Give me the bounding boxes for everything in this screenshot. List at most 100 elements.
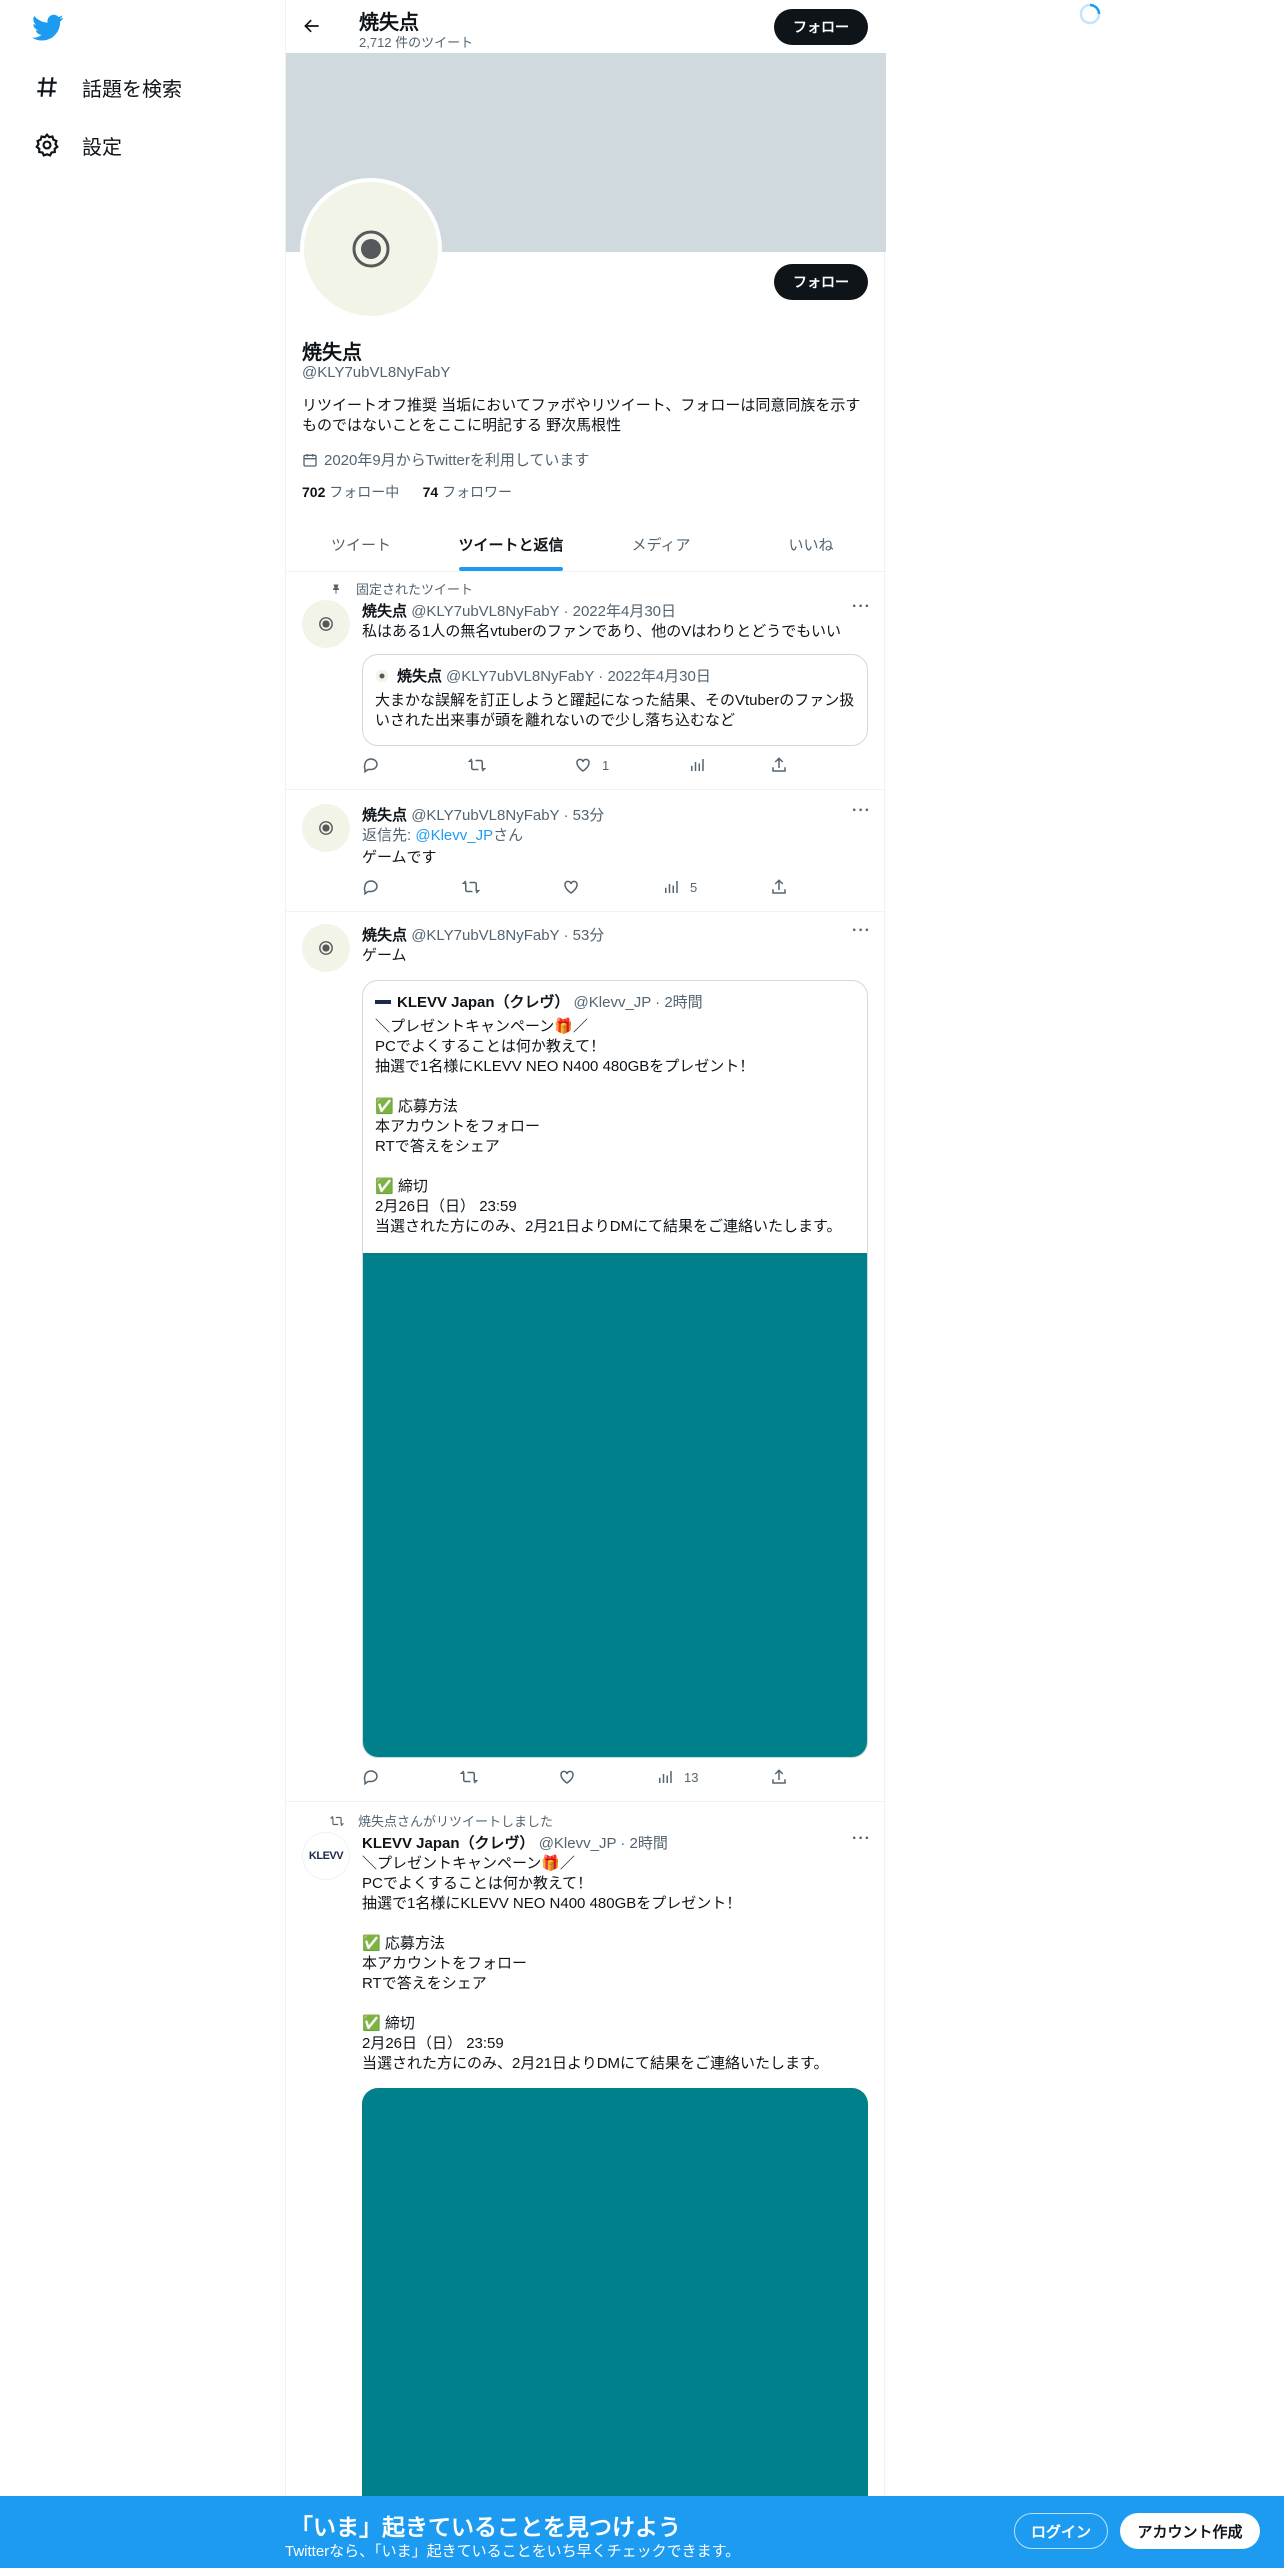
more-options-icon[interactable]: ··· bbox=[852, 598, 872, 618]
followers-count: 74 bbox=[422, 484, 439, 500]
more-options-icon[interactable]: ··· bbox=[852, 802, 872, 822]
tweet[interactable]: 焼失点 @KLY7ubVL8NyFabY · 53分 ··· ゲーム KLEVV… bbox=[286, 912, 886, 1802]
followers-link[interactable]: 74 フォロワー bbox=[423, 484, 512, 500]
tweet-author-handle[interactable]: @KLY7ubVL8NyFabY · 2022年4月30日 bbox=[411, 603, 676, 620]
tweet-header: 焼失点 @KLY7ubVL8NyFabY · 53分 bbox=[362, 924, 604, 945]
quoted-tweet[interactable]: 焼失点 @KLY7ubVL8NyFabY · 2022年4月30日 大まかな誤解… bbox=[362, 654, 868, 746]
share-button[interactable] bbox=[770, 756, 798, 774]
quoted-author-name: 焼失点 bbox=[397, 668, 443, 685]
follow-stats: 702 フォロー中 74 フォロワー bbox=[302, 482, 512, 502]
tweet-author-handle[interactable]: @KLY7ubVL8NyFabY · 53分 bbox=[411, 927, 604, 944]
tweet-avatar[interactable] bbox=[302, 600, 350, 648]
tweet-author-name[interactable]: KLEVV Japan（クレヴ） bbox=[362, 1835, 535, 1852]
default-avatar-icon bbox=[352, 230, 390, 268]
quoted-author-name: KLEVV Japan（クレヴ） bbox=[397, 994, 570, 1011]
join-date-text: 2020年9月からTwitterを利用しています bbox=[324, 452, 590, 469]
more-options-icon[interactable]: ··· bbox=[852, 922, 872, 942]
tweet-author-handle[interactable]: @Klevv_JP · 2時間 bbox=[539, 1835, 668, 1852]
tweet-text: 私はある1人の無名vtuberのファンであり、他のVはわりとどうでもいい bbox=[362, 623, 841, 640]
retweet-button[interactable] bbox=[462, 878, 490, 896]
back-button[interactable] bbox=[298, 12, 326, 40]
tweet-actions: 1 bbox=[362, 756, 802, 780]
tweet-avatar[interactable] bbox=[302, 804, 350, 852]
views-button[interactable] bbox=[688, 756, 716, 774]
profile-handle: @KLY7ubVL8NyFabY bbox=[302, 364, 451, 381]
retweet-button[interactable] bbox=[460, 1768, 488, 1786]
like-button[interactable] bbox=[562, 878, 590, 896]
profile-header-bar: 焼失点 2,712 件のツイート フォロー bbox=[286, 0, 886, 53]
tweet-author-handle[interactable]: @KLY7ubVL8NyFabY · 53分 bbox=[411, 807, 604, 824]
tab-tweets[interactable]: ツイート bbox=[286, 518, 436, 571]
tweet[interactable]: 固定されたツイート 焼失点 @KLY7ubVL8NyFabY · 2022年4月… bbox=[286, 572, 886, 790]
analytics-icon bbox=[665, 881, 678, 893]
main-column: 焼失点 2,712 件のツイート フォロー フォロー 焼失点 @KLY7ubVL… bbox=[285, 0, 886, 2568]
views-button[interactable]: 5 bbox=[662, 878, 697, 896]
reply-context: 返信先: @Klevv_JPさん bbox=[362, 826, 872, 846]
join-date: 2020年9月からTwitterを利用しています bbox=[302, 449, 589, 470]
follow-button[interactable]: フォロー bbox=[774, 264, 868, 300]
login-button[interactable]: ログイン bbox=[1014, 2513, 1108, 2549]
tweet-author-name[interactable]: 焼失点 bbox=[362, 603, 407, 620]
quoted-tweet-media[interactable] bbox=[363, 1253, 867, 1757]
reply-button[interactable] bbox=[362, 1768, 390, 1786]
profile-bio: リツイートオフ推奨 当垢においてファボやリツイート、フォローは同意同族を示すもの… bbox=[302, 397, 861, 434]
sidebar-item-explore[interactable]: 話題を検索 bbox=[34, 67, 182, 107]
tab-tweets-and-replies[interactable]: ツイートと返信 bbox=[436, 518, 586, 571]
reply-to-link[interactable]: @Klevv_JP bbox=[415, 827, 493, 844]
reply-prefix: 返信先: bbox=[362, 827, 416, 844]
heart-icon bbox=[564, 880, 578, 894]
tab-media[interactable]: メディア bbox=[586, 518, 736, 571]
quoted-author-handle: @Klevv_JP · 2時間 bbox=[573, 994, 703, 1011]
tweet[interactable]: 焼失点 @KLY7ubVL8NyFabY · 53分 ··· 返信先: @Kle… bbox=[286, 790, 886, 912]
retweet-context-text: 焼失点さんがリツイートしました bbox=[358, 1814, 554, 1829]
retweet-icon bbox=[460, 1770, 478, 1784]
analytics-icon bbox=[659, 1771, 672, 1783]
signup-banner-subtitle: Twitterなら、「いま」起きていることをいち早くチェックできます。 bbox=[285, 2543, 741, 2560]
tweet[interactable]: 焼失点さんがリツイートしました KLEVV KLEVV Japan（クレヴ） @… bbox=[286, 1802, 886, 2508]
share-button[interactable] bbox=[770, 878, 798, 896]
tweet-avatar[interactable] bbox=[302, 924, 350, 972]
reply-button[interactable] bbox=[362, 756, 390, 774]
pin-icon bbox=[333, 584, 339, 594]
quoted-tweet[interactable]: KLEVV Japan（クレヴ） @Klevv_JP · 2時間 ＼プレゼントキ… bbox=[362, 980, 868, 1758]
tweet-media[interactable] bbox=[362, 2088, 868, 2508]
default-avatar-icon bbox=[319, 617, 333, 631]
signup-banner: 「いま」起きていることを見つけよう Twitterなら、「いま」起きていることを… bbox=[0, 2496, 1284, 2568]
signup-button[interactable]: アカウント作成 bbox=[1120, 2513, 1260, 2549]
tweet-header: 焼失点 @KLY7ubVL8NyFabY · 2022年4月30日 bbox=[362, 600, 676, 621]
like-button[interactable]: 1 bbox=[574, 756, 609, 774]
calendar-icon bbox=[303, 453, 317, 467]
quoted-tweet-header: 焼失点 @KLY7ubVL8NyFabY · 2022年4月30日 bbox=[375, 665, 711, 686]
tab-likes[interactable]: いいね bbox=[736, 518, 886, 571]
page-title: 焼失点 bbox=[359, 12, 419, 34]
arrow-left-icon bbox=[304, 19, 319, 33]
sidebar-item-settings[interactable]: 設定 bbox=[34, 125, 122, 165]
share-icon bbox=[772, 879, 786, 894]
following-count: 702 bbox=[302, 484, 326, 500]
profile-tabs: ツイート ツイートと返信 メディア いいね bbox=[286, 518, 886, 572]
retweet-context: 焼失点さんがリツイートしました bbox=[330, 1811, 553, 1830]
like-count: 1 bbox=[602, 757, 610, 773]
following-label: フォロー中 bbox=[329, 484, 400, 500]
views-button[interactable]: 13 bbox=[656, 1768, 698, 1786]
header-follow-button[interactable]: フォロー bbox=[774, 9, 868, 45]
view-count: 5 bbox=[690, 879, 698, 895]
retweet-button[interactable] bbox=[468, 756, 496, 774]
profile-avatar[interactable] bbox=[300, 178, 442, 320]
profile-name: 焼失点 bbox=[302, 342, 362, 364]
tweet-avatar[interactable]: KLEVV bbox=[302, 1832, 350, 1880]
tweet-author-name[interactable]: 焼失点 bbox=[362, 927, 407, 944]
reply-icon bbox=[363, 880, 378, 896]
share-button[interactable] bbox=[770, 1768, 798, 1786]
twitter-bird-icon[interactable] bbox=[32, 14, 64, 42]
default-avatar-icon bbox=[319, 941, 333, 955]
reply-button[interactable] bbox=[362, 878, 390, 896]
more-options-icon[interactable]: ··· bbox=[852, 1830, 872, 1850]
tweet-header: 焼失点 @KLY7ubVL8NyFabY · 53分 bbox=[362, 804, 604, 825]
tweet-actions: 13 bbox=[362, 1768, 802, 1792]
tweet-author-name[interactable]: 焼失点 bbox=[362, 807, 407, 824]
like-button[interactable] bbox=[558, 1768, 586, 1786]
retweet-icon bbox=[462, 880, 480, 894]
following-link[interactable]: 702 フォロー中 bbox=[302, 484, 399, 500]
tweet-text: ゲームです bbox=[362, 849, 437, 866]
